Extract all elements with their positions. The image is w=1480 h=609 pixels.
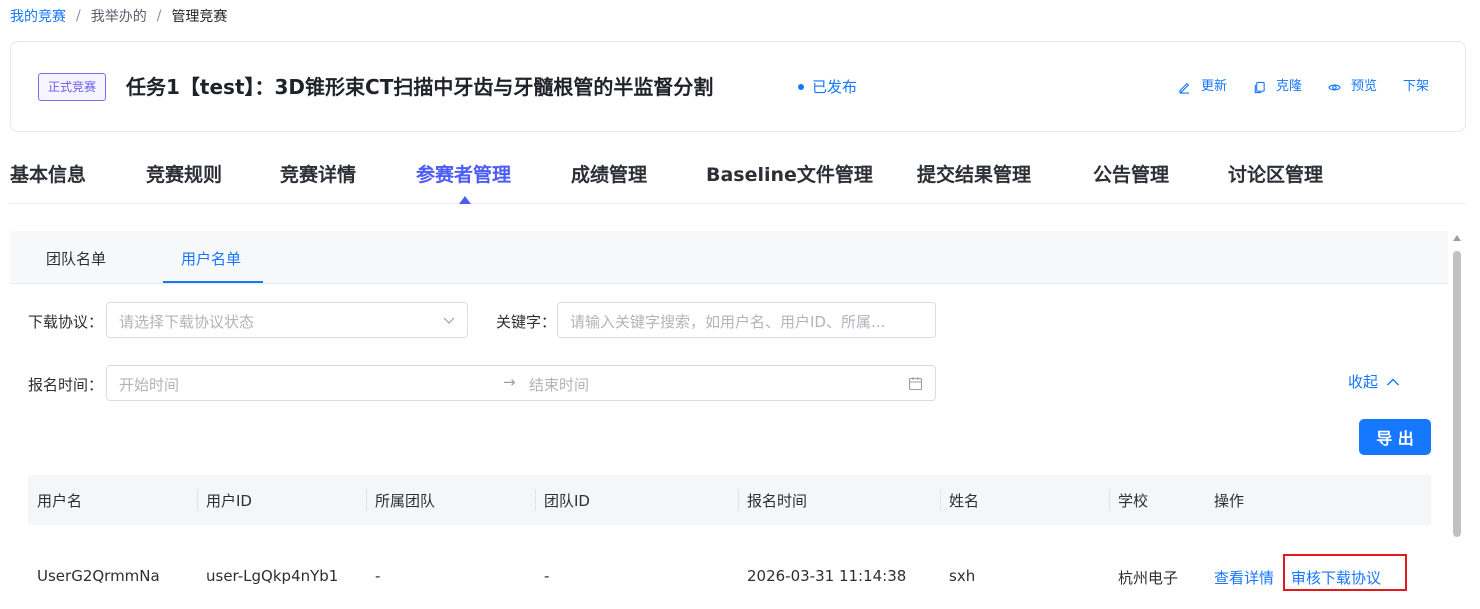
- column-header-signup-time: 报名时间: [747, 492, 808, 510]
- unpublish-label: 下架: [1402, 79, 1429, 94]
- contest-title: 任务1【test】：3D锥形束CT扫描中牙齿与牙髓根管的半监督分割: [126, 75, 714, 99]
- status-badge: 已发布: [798, 77, 857, 97]
- breadcrumb-my-contests[interactable]: 我的竞赛: [10, 6, 66, 26]
- tab-announcements[interactable]: 公告管理: [1093, 160, 1169, 187]
- breadcrumb-hosted[interactable]: 我举办的: [91, 6, 147, 26]
- scrollbar-thumb[interactable]: [1453, 251, 1461, 537]
- status-label: 已发布: [812, 78, 858, 96]
- participants-panel: 团队名单 用户名单 下载协议： 请选择下载协议状态 关键字： 请输入关键字搜索，…: [10, 231, 1448, 609]
- collapse-label: 收起: [1348, 373, 1379, 391]
- tab-details[interactable]: 竞赛详情: [280, 160, 356, 187]
- column-header-user-id: 用户ID: [206, 492, 252, 510]
- breadcrumb-separator: /: [76, 8, 81, 24]
- signup-time-label: 报名时间：: [28, 376, 104, 394]
- column-divider: [366, 489, 367, 511]
- clone-label: 克隆: [1275, 79, 1302, 94]
- header-actions: 更新 克隆 预览 下架: [1152, 77, 1429, 97]
- unpublish-button[interactable]: 下架: [1403, 77, 1429, 97]
- range-arrow-icon: →: [503, 373, 516, 391]
- contest-header-card: 正式竞赛 任务1【test】：3D锥形束CT扫描中牙齿与牙髓根管的半监督分割 已…: [10, 41, 1466, 132]
- column-divider: [535, 489, 536, 511]
- tab-basic-info[interactable]: 基本信息: [10, 160, 86, 187]
- collapse-filters-button[interactable]: 收起: [1348, 371, 1400, 392]
- column-divider: [940, 489, 941, 511]
- column-header-team-id: 团队ID: [544, 492, 590, 510]
- export-button[interactable]: 导 出: [1359, 419, 1431, 455]
- tab-participants[interactable]: 参赛者管理: [416, 160, 511, 187]
- column-header-name: 姓名: [949, 492, 980, 510]
- cell-school: 杭州电子: [1118, 569, 1179, 587]
- sub-tabs: 团队名单 用户名单: [10, 231, 1448, 284]
- end-time-placeholder[interactable]: 结束时间: [529, 374, 589, 395]
- keyword-filter-label: 关键字：: [496, 313, 557, 331]
- column-header-school: 学校: [1118, 492, 1149, 510]
- clone-button[interactable]: 克隆: [1253, 77, 1302, 97]
- agreement-status-select[interactable]: 请选择下载协议状态: [106, 302, 468, 338]
- tab-discussion[interactable]: 讨论区管理: [1228, 160, 1323, 187]
- table-header: 用户名 用户ID 所属团队 团队ID 报名时间 姓名 学校 操作: [28, 475, 1431, 525]
- agreement-filter-label: 下载协议：: [28, 313, 104, 331]
- main-tabs: 基本信息 竞赛规则 竞赛详情 参赛者管理 成绩管理 Baseline文件管理 提…: [10, 148, 1466, 204]
- preview-button[interactable]: 预览: [1328, 77, 1377, 97]
- subtab-active-underline: [163, 281, 263, 283]
- copy-icon: [1254, 81, 1265, 93]
- cell-team: -: [375, 567, 381, 585]
- start-time-placeholder[interactable]: 开始时间: [119, 374, 179, 395]
- breadcrumb-separator: /: [156, 8, 162, 24]
- review-agreement-link[interactable]: 审核下载协议: [1291, 567, 1381, 588]
- update-button[interactable]: 更新: [1178, 77, 1227, 97]
- column-header-actions: 操作: [1214, 492, 1245, 510]
- cell-name: sxh: [949, 567, 976, 585]
- tab-rules[interactable]: 竞赛规则: [146, 160, 222, 187]
- preview-label: 预览: [1350, 79, 1377, 94]
- subtab-user-list[interactable]: 用户名单: [181, 248, 241, 269]
- column-divider: [1109, 489, 1110, 511]
- tab-submissions[interactable]: 提交结果管理: [917, 160, 1031, 187]
- scroll-up-arrow-icon[interactable]: [1453, 235, 1461, 241]
- active-tab-indicator: [459, 196, 471, 204]
- contest-type-badge: 正式竞赛: [38, 73, 107, 101]
- signup-time-range-picker[interactable]: 开始时间 → 结束时间: [106, 365, 936, 401]
- chevron-up-icon: [1387, 378, 1400, 385]
- update-label: 更新: [1200, 79, 1227, 94]
- breadcrumb-manage: 管理竞赛: [171, 9, 228, 25]
- column-header-username: 用户名: [37, 492, 83, 510]
- cell-signup-time: 2026-03-31 11:14:38: [747, 567, 907, 585]
- column-divider: [738, 489, 739, 511]
- table-row: UserG2QrmmNa user-LgQkp4nYb1 - - 2026-03…: [28, 551, 1431, 601]
- keyword-input-placeholder: 请输入关键字搜索，如用户名、用户ID、所属...: [570, 313, 886, 331]
- vertical-scrollbar[interactable]: [1451, 231, 1463, 609]
- breadcrumb: 我的竞赛 / 我举办的 / 管理竞赛: [10, 6, 227, 26]
- agreement-select-placeholder: 请选择下载协议状态: [119, 313, 255, 331]
- chevron-down-icon: [443, 317, 455, 324]
- calendar-icon: [908, 377, 923, 391]
- subtab-team-list[interactable]: 团队名单: [46, 248, 106, 269]
- cell-user-id: user-LgQkp4nYb1: [206, 567, 339, 585]
- tab-scores[interactable]: 成绩管理: [571, 160, 647, 187]
- keyword-search-input[interactable]: 请输入关键字搜索，如用户名、用户ID、所属...: [557, 302, 936, 338]
- edit-icon: [1179, 82, 1190, 94]
- tab-baseline-files[interactable]: Baseline文件管理: [706, 160, 873, 187]
- view-details-link[interactable]: 查看详情: [1214, 567, 1274, 588]
- column-divider: [197, 489, 198, 511]
- cell-team-id: -: [544, 567, 550, 585]
- cell-username: UserG2QrmmNa: [37, 567, 160, 585]
- eye-icon: [1328, 84, 1341, 90]
- status-dot: [798, 84, 804, 90]
- column-header-team: 所属团队: [375, 492, 436, 510]
